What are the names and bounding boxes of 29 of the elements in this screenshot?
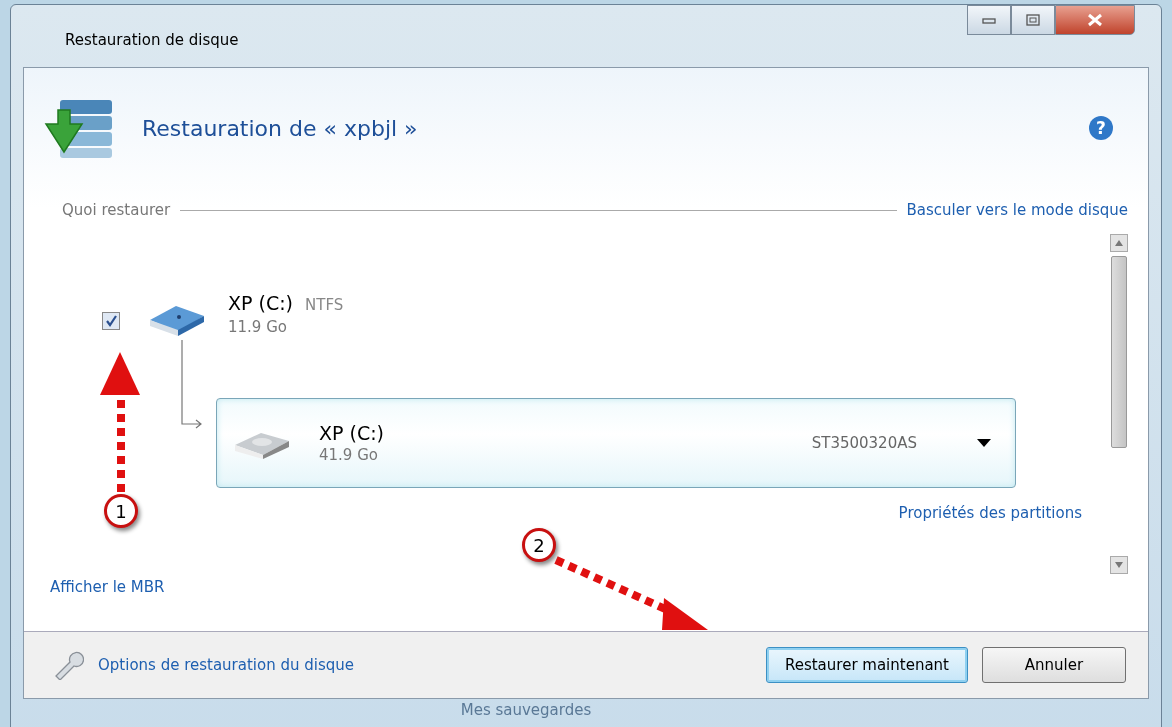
minimize-icon [982, 16, 996, 24]
section-label: Quoi restaurer [62, 201, 171, 219]
target-drive-dropdown[interactable]: XP (C:) 41.9 Go ST3500320AS [216, 398, 1016, 488]
maximize-icon [1026, 14, 1040, 26]
scrollbar[interactable] [1110, 234, 1128, 574]
drive-size: 11.9 Go [228, 318, 288, 336]
partition-properties-link[interactable]: Propriétés des partitions [898, 504, 1082, 522]
show-mbr-link[interactable]: Afficher le MBR [50, 578, 165, 596]
close-icon [1087, 13, 1103, 27]
filesystem-label: NTFS [305, 296, 344, 314]
drive-size: 41.9 Go [319, 446, 379, 464]
dialog-heading: Restauration de « xpbjl » [142, 115, 419, 141]
drive-name: XP (C:) [228, 292, 293, 314]
restore-options-link[interactable]: Options de restauration du disque [98, 656, 355, 674]
maximize-button[interactable] [1011, 5, 1055, 35]
restore-now-button[interactable]: Restaurer maintenant [765, 647, 968, 683]
minimize-button[interactable] [967, 5, 1011, 35]
close-button[interactable] [1055, 5, 1135, 35]
drive-name: XP (C:) [319, 422, 385, 444]
switch-mode-link[interactable]: Basculer vers le mode disque [906, 201, 1128, 219]
caret-icon [977, 439, 991, 447]
disk-model: ST3500320AS [811, 434, 917, 452]
background-heading: Mes sauvegardes [460, 701, 592, 719]
checkbox[interactable] [102, 312, 120, 330]
cancel-button[interactable]: Annuler [982, 647, 1126, 683]
window-title: Restauration de disque [65, 31, 240, 49]
help-icon[interactable]: ? [1088, 115, 1114, 141]
scroll-up-icon [1115, 240, 1123, 246]
scroll-down-icon [1115, 562, 1123, 568]
